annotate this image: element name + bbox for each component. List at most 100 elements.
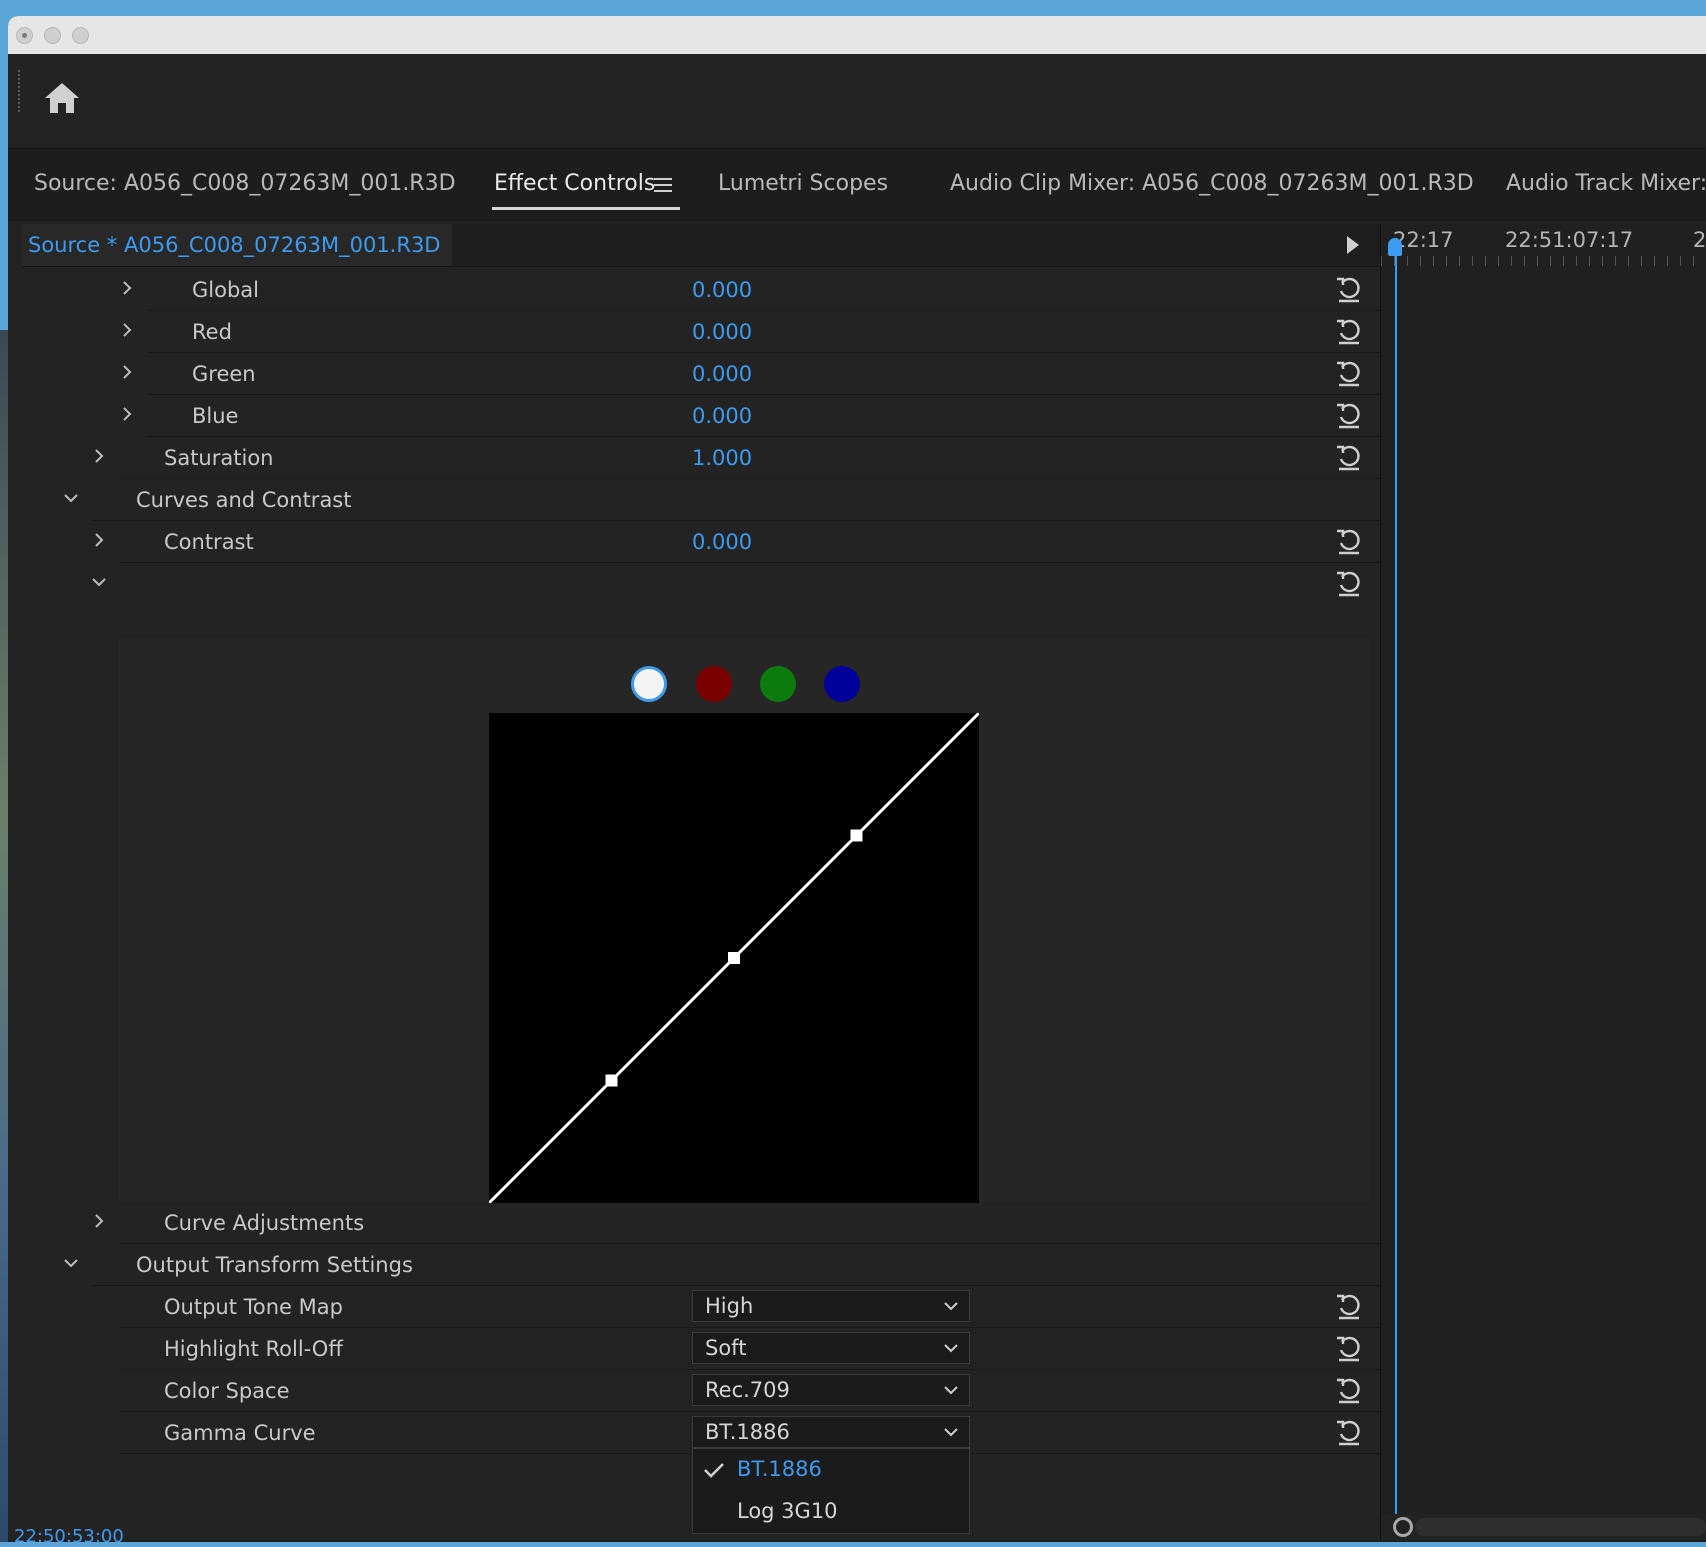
reset-icon[interactable] xyxy=(1334,1375,1364,1405)
channel-white-button[interactable] xyxy=(631,666,667,702)
reset-icon[interactable] xyxy=(1334,568,1364,598)
param-row-green: Green 0.000 xyxy=(123,353,1380,395)
channel-blue-button[interactable] xyxy=(824,666,860,702)
reset-icon[interactable] xyxy=(1334,1417,1364,1447)
scroll-track[interactable] xyxy=(1415,1518,1706,1536)
param-row-contrast: Contrast 0.000 xyxy=(95,521,1380,563)
param-row-global: Global 0.000 xyxy=(123,269,1380,311)
chevron-down-icon[interactable] xyxy=(62,1254,80,1272)
param-value[interactable]: 1.000 xyxy=(692,446,752,470)
time-ruler[interactable] xyxy=(1381,256,1706,266)
chevron-right-icon[interactable] xyxy=(118,363,136,381)
reset-icon[interactable] xyxy=(1334,316,1364,346)
minimize-window-button[interactable] xyxy=(44,27,61,44)
param-row-red: Red 0.000 xyxy=(123,311,1380,353)
zoom-window-button[interactable] xyxy=(72,27,89,44)
playhead-handle[interactable] xyxy=(1388,238,1402,256)
curve-editor xyxy=(119,638,1370,1205)
tab-lumetri-scopes[interactable]: Lumetri Scopes xyxy=(718,171,888,196)
chevron-down-icon xyxy=(944,1386,958,1395)
highlight-rolloff-dropdown[interactable]: Soft xyxy=(692,1332,970,1364)
param-label: Red xyxy=(192,320,232,344)
reset-icon[interactable] xyxy=(1334,274,1364,304)
reset-icon[interactable] xyxy=(1334,526,1364,556)
tab-effect-controls[interactable]: Effect Controls xyxy=(494,171,655,196)
tab-audio-track-mixer[interactable]: Audio Track Mixer: ( xyxy=(1506,171,1706,196)
gamma-curve-menu: BT.1886 Log 3G10 xyxy=(692,1448,970,1534)
param-label: Blue xyxy=(192,404,239,428)
param-value[interactable]: 0.000 xyxy=(692,404,752,428)
dropdown-value: BT.1886 xyxy=(705,1420,790,1444)
panel-menu-icon[interactable] xyxy=(654,177,674,193)
gamma-curve-dropdown[interactable]: BT.1886 xyxy=(692,1416,970,1448)
tab-audio-clip-mixer[interactable]: Audio Clip Mixer: A056_C008_07263M_001.R… xyxy=(950,171,1474,196)
param-label: Color Space xyxy=(164,1379,290,1403)
status-timecode: 22:50:53:00 xyxy=(14,1526,124,1547)
param-label: Green xyxy=(192,362,256,386)
param-value[interactable]: 0.000 xyxy=(692,320,752,344)
dropdown-value: Soft xyxy=(705,1336,747,1360)
dropdown-value: High xyxy=(705,1294,754,1318)
param-label: Output Tone Map xyxy=(164,1295,343,1319)
param-row-saturation: Saturation 1.000 xyxy=(95,437,1380,479)
curve-control-point[interactable] xyxy=(850,829,863,842)
section-curves-and-contrast: Curves and Contrast xyxy=(64,479,1380,521)
chevron-down-icon xyxy=(944,1302,958,1311)
header-toolbar xyxy=(8,54,1706,149)
reset-icon[interactable] xyxy=(1334,442,1364,472)
timecode-label: 2 xyxy=(1693,228,1706,252)
param-value[interactable]: 0.000 xyxy=(692,278,752,302)
chevron-right-icon[interactable] xyxy=(118,279,136,297)
chevron-right-icon[interactable] xyxy=(90,1212,108,1230)
panel-tabs: Source: A056_C008_07263M_001.R3D Effect … xyxy=(8,149,1706,221)
menu-item-log3g10[interactable]: Log 3G10 xyxy=(737,1499,838,1523)
curve-control-point[interactable] xyxy=(728,952,740,964)
reset-icon[interactable] xyxy=(1334,358,1364,388)
timeline-pane: 22:17 22:51:07:17 2 xyxy=(1381,224,1706,1540)
chevron-right-icon[interactable] xyxy=(90,447,108,465)
timeline-scrollbar[interactable] xyxy=(1381,1514,1706,1540)
output-tone-map-dropdown[interactable]: High xyxy=(692,1290,970,1322)
param-label: Curve Adjustments xyxy=(164,1211,365,1235)
chevron-right-icon[interactable] xyxy=(118,405,136,423)
playhead-line[interactable] xyxy=(1395,238,1397,1524)
tab-source[interactable]: Source: A056_C008_07263M_001.R3D xyxy=(34,171,456,196)
param-value[interactable]: 0.000 xyxy=(692,530,752,554)
curve-plot[interactable] xyxy=(487,711,981,1205)
channel-green-button[interactable] xyxy=(760,666,796,702)
param-value[interactable]: 0.000 xyxy=(692,362,752,386)
menu-item-bt1886[interactable]: BT.1886 xyxy=(737,1457,822,1481)
chevron-right-icon[interactable] xyxy=(118,321,136,339)
param-label: Global xyxy=(192,278,259,302)
chevron-down-icon xyxy=(944,1344,958,1353)
toolbar-grip[interactable] xyxy=(18,70,23,112)
param-row-color-space: Color Space Rec.709 xyxy=(120,1370,1380,1412)
chevron-right-icon[interactable] xyxy=(90,531,108,549)
timecode-label: 22:51:07:17 xyxy=(1505,228,1634,252)
title-bar xyxy=(8,16,1706,55)
dropdown-value: Rec.709 xyxy=(705,1378,790,1402)
active-tab-indicator xyxy=(492,207,680,210)
play-triangle-icon[interactable] xyxy=(1347,236,1359,254)
effect-controls-panel: Source * A056_C008_07263M_001.R3D Global… xyxy=(22,224,1706,1542)
param-label: Gamma Curve xyxy=(164,1421,316,1445)
param-row-highlight-rolloff: Highlight Roll-Off Soft xyxy=(120,1328,1380,1370)
reset-icon[interactable] xyxy=(1334,400,1364,430)
curve-control-point[interactable] xyxy=(605,1074,618,1087)
color-space-dropdown[interactable]: Rec.709 xyxy=(692,1374,970,1406)
reset-icon[interactable] xyxy=(1334,1291,1364,1321)
curve-graph[interactable] xyxy=(487,711,981,1205)
zoom-handle[interactable] xyxy=(1393,1517,1413,1537)
timecode-label: 22:17 xyxy=(1393,228,1454,252)
channel-red-button[interactable] xyxy=(696,666,732,702)
chevron-down-icon[interactable] xyxy=(90,573,108,591)
close-window-button[interactable] xyxy=(16,27,33,44)
source-clip-name[interactable]: Source * A056_C008_07263M_001.R3D xyxy=(22,224,452,266)
reset-icon[interactable] xyxy=(1334,1333,1364,1363)
chevron-down-icon[interactable] xyxy=(62,489,80,507)
section-output-transform: Output Transform Settings xyxy=(64,1244,1380,1286)
param-row-output-tone-map: Output Tone Map High xyxy=(120,1286,1380,1328)
source-bar: Source * A056_C008_07263M_001.R3D xyxy=(22,224,1380,267)
effect-properties-pane: Source * A056_C008_07263M_001.R3D Global… xyxy=(22,224,1381,1540)
home-icon[interactable] xyxy=(42,78,82,118)
